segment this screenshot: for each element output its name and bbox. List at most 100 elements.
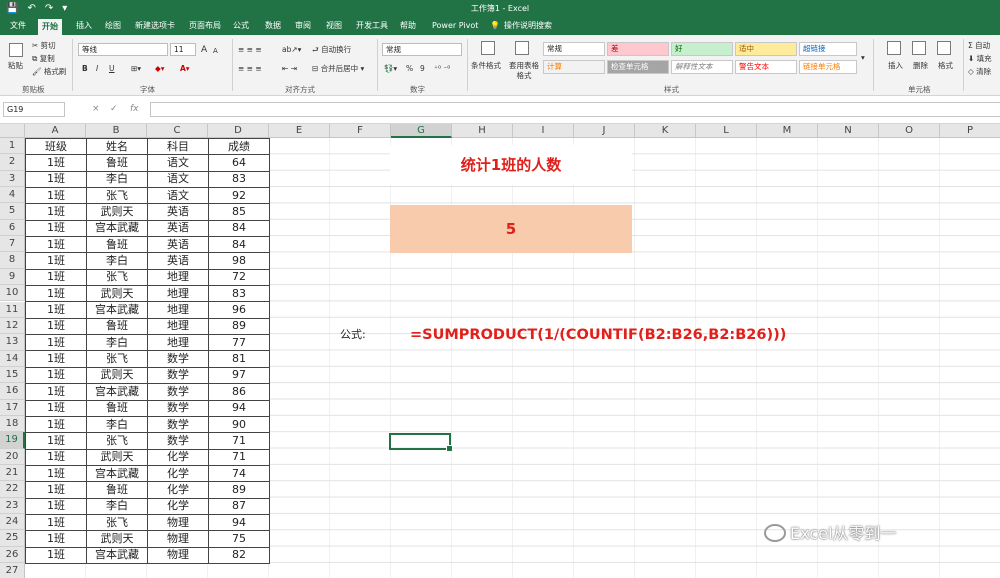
grow-font-button[interactable]: A — [201, 45, 207, 55]
tab-review[interactable]: 审阅 — [291, 17, 315, 35]
row-header-9[interactable]: 9 — [0, 268, 25, 286]
table-cell[interactable]: 64 — [208, 154, 270, 172]
table-cell[interactable]: 89 — [208, 481, 270, 499]
comma-button[interactable]: 9 — [420, 64, 425, 74]
table-cell[interactable]: 94 — [208, 399, 270, 417]
column-header-E[interactable]: E — [269, 124, 330, 138]
table-cell[interactable]: 1班 — [25, 203, 87, 221]
table-cell[interactable]: 97 — [208, 366, 270, 385]
row-header-19[interactable]: 19 — [0, 432, 25, 449]
row-header-27[interactable]: 27 — [0, 563, 25, 578]
table-cell[interactable]: 物理 — [147, 530, 209, 548]
column-header-M[interactable]: M — [757, 124, 818, 138]
row-header-17[interactable]: 17 — [0, 399, 25, 416]
copy-button[interactable]: ⧉ 复制 — [32, 54, 55, 64]
table-cell[interactable]: 83 — [208, 285, 270, 303]
table-cell[interactable]: 李白 — [86, 334, 148, 352]
enter-icon[interactable]: ✓ — [110, 103, 118, 115]
autosum-button[interactable]: Σ 自动 — [968, 41, 990, 51]
tab-draw[interactable]: 绘图 — [101, 17, 125, 35]
table-cell[interactable]: 鲁班 — [86, 481, 148, 499]
table-cell[interactable]: 武则天 — [86, 530, 148, 548]
table-cell[interactable]: 1班 — [25, 464, 87, 483]
table-cell[interactable]: 数学 — [147, 415, 209, 434]
table-cell[interactable]: 1班 — [25, 285, 87, 303]
column-header-O[interactable]: O — [879, 124, 940, 138]
column-header-A[interactable]: A — [25, 124, 86, 138]
table-cell[interactable]: 数学 — [147, 366, 209, 385]
tab-new[interactable]: 新建选项卡 — [131, 17, 179, 35]
table-cell[interactable]: 李白 — [86, 497, 148, 515]
table-cell[interactable]: 1班 — [25, 448, 87, 466]
table-cell[interactable]: 英语 — [147, 203, 209, 221]
table-cell[interactable]: 89 — [208, 317, 270, 336]
percent-button[interactable]: % — [406, 64, 413, 74]
fx-icon[interactable]: fx — [130, 103, 139, 115]
tab-help[interactable]: 帮助 — [396, 17, 420, 35]
row-header-23[interactable]: 23 — [0, 497, 25, 515]
table-cell[interactable]: 李白 — [86, 170, 148, 189]
table-cell[interactable]: 语文 — [147, 187, 209, 205]
row-header-3[interactable]: 3 — [0, 170, 25, 188]
table-cell[interactable]: 地理 — [147, 317, 209, 336]
table-cell[interactable]: 94 — [208, 513, 270, 532]
table-cell[interactable]: 84 — [208, 219, 270, 238]
style-linked-cell[interactable]: 链接单元格 — [799, 60, 857, 74]
table-cell[interactable]: 地理 — [147, 334, 209, 352]
underline-button[interactable]: U — [109, 64, 115, 74]
formula-input[interactable] — [150, 102, 1000, 117]
table-cell[interactable]: 92 — [208, 187, 270, 205]
tell-me-search[interactable]: 操作说明搜索 — [500, 17, 556, 35]
row-header-26[interactable]: 26 — [0, 546, 25, 564]
paste-button[interactable]: 粘贴 — [8, 61, 23, 71]
insert-cells-button[interactable]: 插入 — [888, 61, 903, 71]
conditional-format-icon[interactable] — [481, 41, 495, 55]
align-top-icon[interactable]: ≡ ≡ ≡ — [238, 45, 262, 55]
row-header-5[interactable]: 5 — [0, 203, 25, 220]
column-header-N[interactable]: N — [818, 124, 879, 138]
row-header-22[interactable]: 22 — [0, 481, 25, 498]
cut-button[interactable]: ✂ 剪切 — [32, 41, 56, 51]
table-cell[interactable]: 85 — [208, 203, 270, 221]
table-cell[interactable]: 鲁班 — [86, 236, 148, 254]
table-cell[interactable]: 75 — [208, 530, 270, 548]
table-cell[interactable]: 1班 — [25, 481, 87, 499]
table-cell[interactable]: 98 — [208, 252, 270, 270]
row-header-18[interactable]: 18 — [0, 415, 25, 433]
clear-button[interactable]: ◇ 清除 — [968, 67, 991, 77]
bold-button[interactable]: B — [82, 64, 88, 74]
tab-file[interactable]: 文件 — [6, 17, 30, 35]
merge-center-button[interactable]: ⊟ 合并后居中 ▾ — [312, 64, 364, 74]
table-cell[interactable]: 数学 — [147, 432, 209, 450]
table-cell[interactable]: 96 — [208, 301, 270, 319]
table-cell[interactable]: 1班 — [25, 530, 87, 548]
table-cell[interactable]: 宫本武藏 — [86, 219, 148, 238]
row-header-6[interactable]: 6 — [0, 219, 25, 237]
table-cell[interactable]: 鲁班 — [86, 317, 148, 336]
row-header-20[interactable]: 20 — [0, 448, 25, 465]
style-neutral[interactable]: 适中 — [735, 42, 797, 56]
table-cell[interactable]: 数学 — [147, 383, 209, 401]
font-size-dropdown[interactable]: 11 — [170, 43, 196, 56]
table-cell[interactable]: 宫本武藏 — [86, 464, 148, 483]
align-left-icon[interactable]: ≡ ≡ ≡ — [238, 64, 262, 74]
table-cell[interactable]: 地理 — [147, 285, 209, 303]
wrap-text-button[interactable]: ⮐ 自动换行 — [312, 45, 351, 55]
row-header-10[interactable]: 10 — [0, 285, 25, 302]
table-cell[interactable]: 地理 — [147, 301, 209, 319]
header-cell[interactable]: 科目 — [147, 137, 209, 156]
table-cell[interactable]: 1班 — [25, 268, 87, 287]
table-cell[interactable]: 化学 — [147, 464, 209, 483]
table-cell[interactable]: 1班 — [25, 301, 87, 319]
borders-icon[interactable]: ⊞▾ — [131, 64, 141, 74]
table-cell[interactable]: 1班 — [25, 497, 87, 515]
table-cell[interactable]: 语文 — [147, 154, 209, 172]
decimal-icon[interactable]: ⁺⁰ ⁻⁰ — [434, 64, 450, 74]
column-header-L[interactable]: L — [696, 124, 757, 138]
table-cell[interactable]: 鲁班 — [86, 154, 148, 172]
tab-insert[interactable]: 插入 — [72, 17, 96, 35]
table-cell[interactable]: 83 — [208, 170, 270, 189]
count-title-cell[interactable]: 统计1班的人数 — [390, 145, 632, 185]
row-header-11[interactable]: 11 — [0, 301, 25, 318]
column-header-I[interactable]: I — [513, 124, 574, 138]
